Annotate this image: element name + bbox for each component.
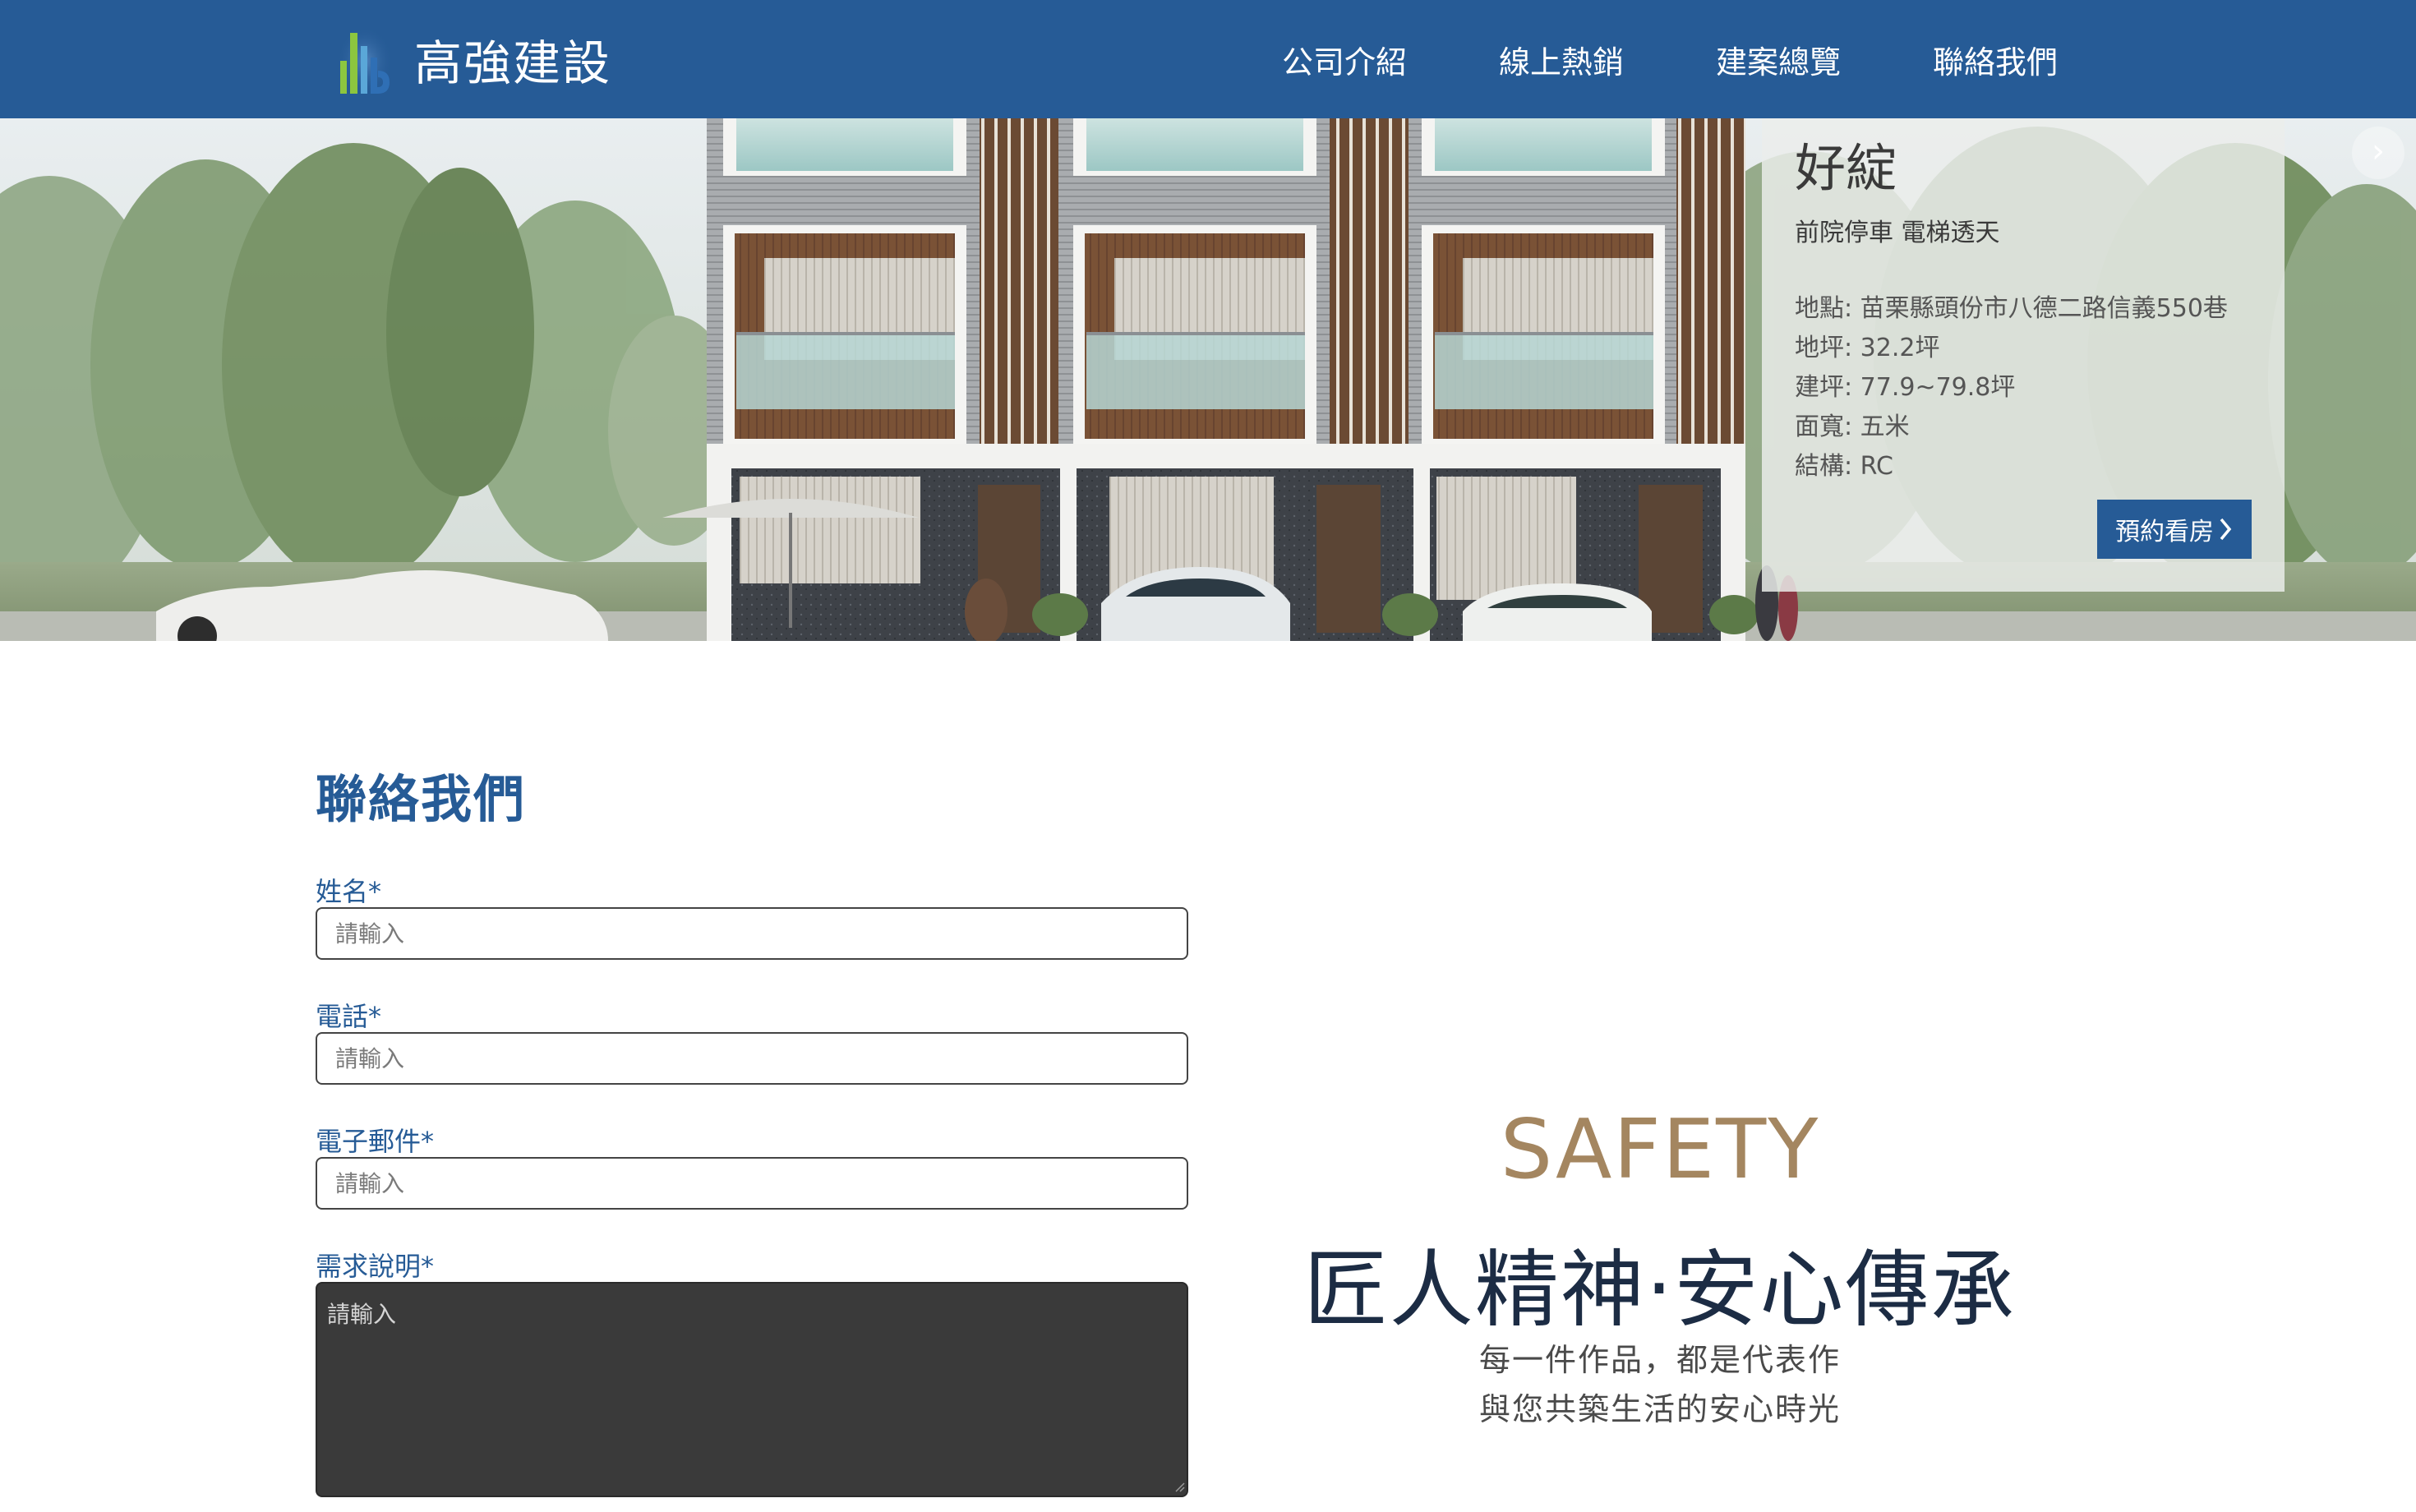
- hero-carousel: › 好綻 前院停車 電梯透天 地點: 苗栗縣頭份市八德二路信義550巷 地坪: …: [0, 118, 2416, 641]
- spec-structure: 結構: RC: [1795, 451, 1893, 481]
- requirements-textarea[interactable]: [316, 1282, 1188, 1497]
- name-label: 姓名*: [316, 876, 382, 907]
- nav-projects-overview[interactable]: 建案總覽: [1716, 37, 1841, 82]
- slogan-line-2: 與您共築生活的安心時光: [1478, 1391, 1841, 1427]
- name-input[interactable]: [316, 907, 1188, 960]
- spec-location: 地點: 苗栗縣頭份市八德二路信義550巷: [1795, 293, 2228, 323]
- book-viewing-button[interactable]: 預約看房: [2097, 500, 2252, 559]
- brand[interactable]: 高強建設: [335, 18, 611, 100]
- email-label: 電子郵件*: [316, 1126, 435, 1157]
- nav-company-intro[interactable]: 公司介紹: [1282, 37, 1407, 82]
- project-info-card: 好綻 前院停車 電梯透天 地點: 苗栗縣頭份市八德二路信義550巷 地坪: 32…: [1762, 118, 2285, 592]
- slogan-chinese: 匠人精神‧安心傳承: [1303, 1242, 2017, 1339]
- nav-contact-us[interactable]: 聯絡我們: [1933, 37, 2058, 82]
- phone-label: 電話*: [316, 1001, 382, 1032]
- brand-name: 高強建設: [414, 35, 612, 91]
- main-nav: 公司介紹 線上熱銷 建案總覽 聯絡我們: [1282, 0, 2058, 118]
- project-name: 好綻: [1795, 138, 1897, 198]
- spec-land-area: 地坪: 32.2坪: [1795, 333, 1940, 362]
- chevron-right-icon: [2220, 518, 2232, 541]
- slogan-english: SAFETY: [1500, 1101, 1820, 1197]
- carousel-next-button[interactable]: ›: [2352, 127, 2404, 179]
- project-tagline: 前院停車 電梯透天: [1795, 218, 2000, 247]
- resize-handle-icon[interactable]: [1172, 1479, 1185, 1492]
- contact-section-title: 聯絡我們: [316, 769, 527, 829]
- requirements-label: 需求說明*: [316, 1251, 435, 1282]
- project-specs: 地點: 苗栗縣頭份市八德二路信義550巷 地坪: 32.2坪 建坪: 77.9~…: [1795, 289, 2252, 486]
- building-logo-icon: [335, 21, 393, 97]
- email-input[interactable]: [316, 1157, 1188, 1210]
- spec-frontage: 面寬: 五米: [1795, 412, 1910, 441]
- slogan-line-1: 每一件作品，都是代表作: [1478, 1342, 1841, 1378]
- chevron-right-icon: ›: [2372, 132, 2385, 170]
- phone-input[interactable]: [316, 1032, 1188, 1085]
- nav-online-sales[interactable]: 線上熱銷: [1499, 37, 1624, 82]
- spec-floor-area: 建坪: 77.9~79.8坪: [1795, 372, 2016, 402]
- book-viewing-label: 預約看房: [2115, 518, 2214, 546]
- site-header: 高強建設 公司介紹 線上熱銷 建案總覽 聯絡我們: [0, 0, 2416, 118]
